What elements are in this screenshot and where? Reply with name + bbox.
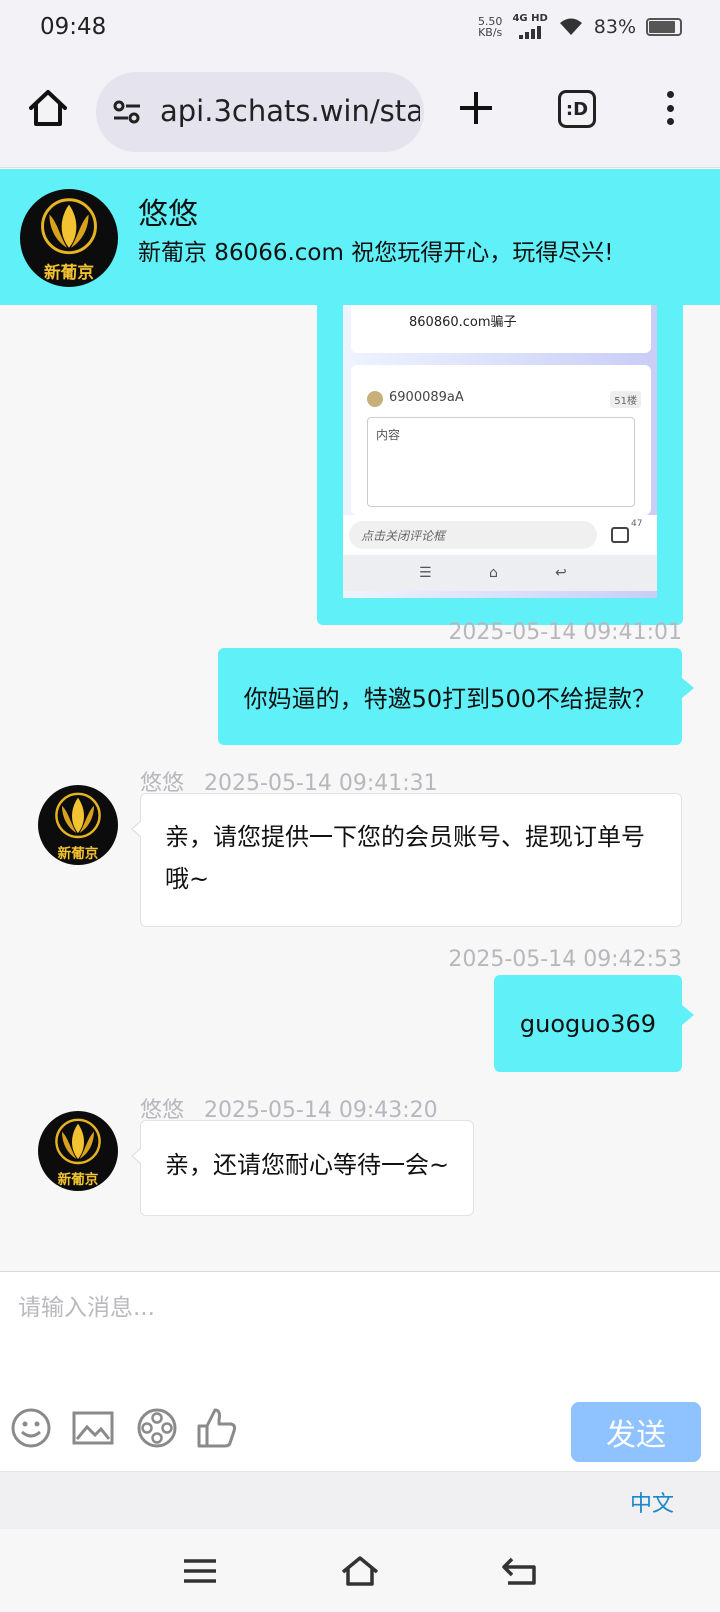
comment-bar: 点击关闭评论框 47 xyxy=(343,515,657,555)
browser-toolbar: api.3chats.win/sta :D xyxy=(0,58,720,168)
tab-switcher-button[interactable]: :D xyxy=(558,90,596,128)
floor-badge: 51楼 xyxy=(610,391,641,408)
clock: 09:48 xyxy=(40,14,107,40)
site-settings-icon[interactable] xyxy=(112,100,142,124)
image-message[interactable]: 860860.com骗子 6900089aA 51楼 内容 点击关闭评论框 47… xyxy=(317,305,683,625)
recents-icon[interactable] xyxy=(180,1555,220,1587)
thumbs-up-icon[interactable] xyxy=(195,1406,239,1450)
overflow-menu-icon[interactable] xyxy=(660,88,680,128)
svg-text:新葡京: 新葡京 xyxy=(58,1171,99,1188)
svg-text:新葡京: 新葡京 xyxy=(58,845,99,862)
back-icon: ↩ xyxy=(555,565,567,581)
message-timestamp: 2025-05-14 09:42:53 xyxy=(448,947,682,972)
header-slogan: 新葡京 86066.com 祝您玩得开心，玩得尽兴! xyxy=(138,240,614,266)
chat-messages[interactable]: 860860.com骗子 6900089aA 51楼 内容 点击关闭评论框 47… xyxy=(0,305,720,1271)
post-card: 860860.com骗子 xyxy=(351,305,651,353)
comment-input: 点击关闭评论框 xyxy=(349,521,597,549)
logo-text: 新葡京 xyxy=(44,262,94,282)
comment-count: 47 xyxy=(631,519,643,529)
image-icon[interactable] xyxy=(71,1406,115,1450)
emoji-icon[interactable] xyxy=(9,1406,53,1450)
post-text: 860860.com骗子 xyxy=(409,315,517,330)
sent-message[interactable]: 你妈逼的，特邀50打到500不给提款？ xyxy=(217,648,695,745)
agent-avatar: 新葡京 xyxy=(38,785,118,865)
agent-avatar: 新葡京 xyxy=(20,189,118,287)
signal-icon: 4G HD xyxy=(512,14,548,39)
received-message[interactable]: 亲，请您提供一下您的会员账号、提现订单号哦~ xyxy=(131,793,682,927)
battery-icon xyxy=(646,17,682,36)
net-speed: 5.50 KB/s xyxy=(477,14,503,39)
sent-message[interactable]: guoguo369 xyxy=(493,975,695,1072)
comment-card: 6900089aA 51楼 内容 xyxy=(351,365,651,515)
back-nav-icon[interactable] xyxy=(500,1555,540,1587)
comment-username: 6900089aA xyxy=(389,390,464,405)
new-tab-icon[interactable] xyxy=(456,88,496,128)
agent-name: 悠悠 xyxy=(138,197,198,232)
menu-icon: ☰ xyxy=(419,565,432,581)
address-bar[interactable]: api.3chats.win/sta xyxy=(96,72,424,152)
received-message[interactable]: 亲，还请您耐心等待一会~ xyxy=(130,1120,475,1216)
home-icon[interactable] xyxy=(26,86,70,130)
wifi-icon xyxy=(559,18,582,35)
video-icon[interactable] xyxy=(135,1406,179,1450)
status-indicators: 5.50 KB/s 4G HD 83% xyxy=(478,14,682,39)
agent-avatar: 新葡京 xyxy=(38,1111,118,1191)
screenshot-image[interactable]: 860860.com骗子 6900089aA 51楼 内容 点击关闭评论框 47… xyxy=(343,305,657,598)
url-text[interactable]: api.3chats.win/sta xyxy=(160,94,420,128)
message-composer: 发送 xyxy=(0,1271,720,1471)
home-nav-icon[interactable] xyxy=(340,1555,380,1587)
battery-percent: 83% xyxy=(593,15,636,38)
system-nav-bar xyxy=(0,1529,720,1612)
content-placeholder: 内容 xyxy=(376,428,401,442)
content-box: 内容 xyxy=(367,417,635,507)
message-timestamp: 2025-05-14 09:41:01 xyxy=(448,620,682,645)
chat-header: 新葡京 悠悠 新葡京 86066.com 祝您玩得开心，玩得尽兴! xyxy=(0,169,720,305)
send-button[interactable]: 发送 xyxy=(571,1402,701,1462)
user-avatar xyxy=(367,391,383,407)
screenshot-nav: ☰ ⌂ ↩ xyxy=(343,555,657,591)
home-icon: ⌂ xyxy=(489,565,498,581)
status-bar: 09:48 5.50 KB/s 4G HD 83% xyxy=(0,0,720,58)
comment-icon xyxy=(611,527,629,543)
message-input[interactable] xyxy=(18,1288,698,1378)
language-switch[interactable]: 中文 xyxy=(630,1486,674,1518)
language-bar: 中文 xyxy=(0,1471,720,1529)
